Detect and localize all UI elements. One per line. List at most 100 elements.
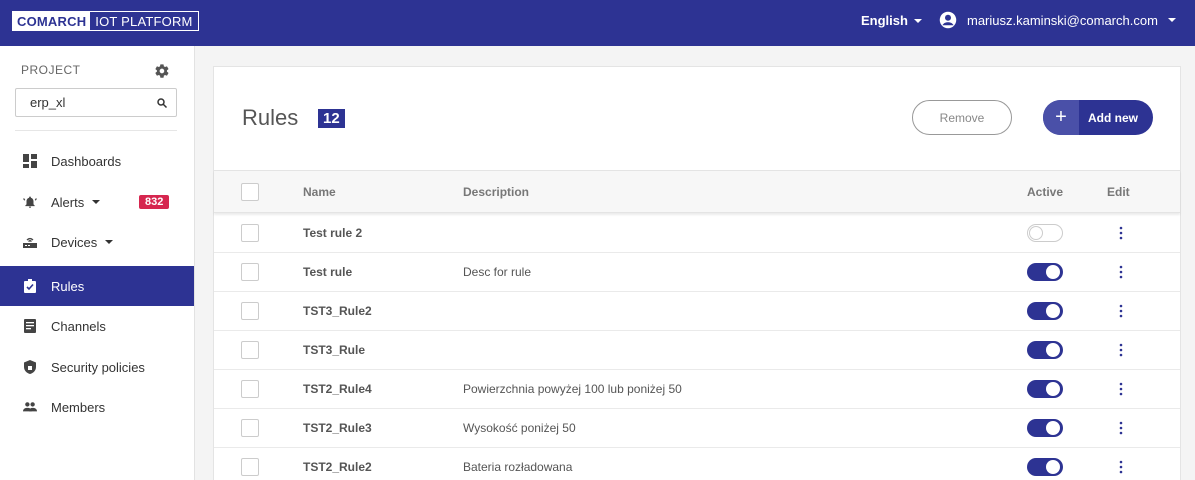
sidebar-item-label: Security policies: [51, 359, 145, 375]
remove-button[interactable]: Remove: [912, 100, 1012, 135]
sidebar-item-security-policies[interactable]: Security policies: [0, 347, 194, 387]
sidebar-item-label: Rules: [51, 278, 85, 294]
toggle-knob: [1046, 382, 1060, 396]
table-row[interactable]: Test rule 2: [214, 214, 1180, 253]
row-checkbox[interactable]: [241, 458, 259, 476]
toggle-knob: [1029, 226, 1043, 240]
search-icon[interactable]: [156, 97, 168, 109]
rule-name: TST3_Rule2: [303, 304, 372, 318]
chevron-down-icon: [913, 18, 922, 23]
active-toggle[interactable]: [1027, 263, 1063, 281]
clipboard-check-icon: [23, 279, 37, 293]
table-header: Name Description Active Edit: [214, 170, 1180, 213]
row-checkbox[interactable]: [241, 380, 259, 398]
more-vert-icon[interactable]: [1114, 342, 1128, 358]
table-row[interactable]: TST3_Rule: [214, 331, 1180, 370]
gear-icon[interactable]: [154, 63, 170, 79]
rule-description: Wysokość poniżej 50: [463, 421, 576, 435]
sidebar-item-alerts[interactable]: Alerts 832: [0, 182, 194, 222]
sidebar-item-label: Channels: [51, 318, 106, 334]
sidebar-divider: [15, 130, 177, 131]
sidebar-item-channels[interactable]: Channels: [0, 306, 194, 346]
page-title: Rules: [242, 105, 299, 130]
rule-description: Desc for rule: [463, 265, 532, 279]
more-vert-icon[interactable]: [1114, 225, 1128, 241]
logo-text-comarch: COMARCH: [13, 12, 91, 30]
row-checkbox[interactable]: [241, 263, 259, 281]
table-row[interactable]: Test rule Desc for rule: [214, 253, 1180, 292]
brand-logo[interactable]: COMARCH IOT PLATFORM: [12, 11, 199, 31]
shield-icon: [23, 360, 37, 374]
rule-name: TST2_Rule4: [303, 382, 372, 396]
active-toggle[interactable]: [1027, 341, 1063, 359]
active-toggle[interactable]: [1027, 458, 1063, 476]
column-header-active: Active: [1027, 185, 1064, 199]
sidebar-item-members[interactable]: Members: [0, 387, 194, 427]
sidebar-item-label: Dashboards: [51, 153, 122, 169]
more-vert-icon[interactable]: [1114, 303, 1128, 319]
router-icon: [23, 235, 37, 249]
active-toggle[interactable]: [1027, 302, 1063, 320]
sidebar-item-devices[interactable]: Devices: [0, 222, 194, 262]
row-checkbox[interactable]: [241, 419, 259, 437]
document-icon: [23, 319, 37, 333]
select-all-checkbox[interactable]: [241, 183, 259, 201]
language-selector[interactable]: English: [861, 13, 922, 28]
alerts-count-badge: 832: [139, 195, 170, 209]
more-vert-icon[interactable]: [1114, 264, 1128, 280]
rules-card: Rules 12 Remove + Add new Name Descripti…: [213, 66, 1181, 480]
user-email: mariusz.kaminski@comarch.com: [967, 12, 1158, 28]
rules-count-badge: 12: [318, 109, 345, 128]
people-icon: [23, 400, 37, 414]
toggle-knob: [1046, 421, 1060, 435]
rule-name: Test rule: [303, 265, 353, 279]
sidebar-item-dashboards[interactable]: Dashboards: [0, 141, 194, 181]
chevron-down-icon: [92, 200, 101, 204]
sidebar: PROJECT Dashboards Alerts 832 Devices Ru…: [0, 46, 195, 480]
column-header-name[interactable]: Name: [303, 185, 336, 199]
rule-name: TST3_Rule: [303, 343, 366, 357]
rule-name: Test rule 2: [303, 226, 363, 240]
active-toggle[interactable]: [1027, 224, 1063, 242]
toggle-knob: [1046, 304, 1060, 318]
sidebar-item-label: Devices: [51, 234, 98, 250]
table-row[interactable]: TST2_Rule4 Powierzchnia powyżej 100 lub …: [214, 370, 1180, 409]
row-checkbox[interactable]: [241, 224, 259, 242]
more-vert-icon[interactable]: [1114, 420, 1128, 436]
row-checkbox[interactable]: [241, 302, 259, 320]
sidebar-item-rules[interactable]: Rules: [0, 266, 194, 306]
top-bar: COMARCH IOT PLATFORM English mariusz.kam…: [0, 0, 1195, 46]
chevron-down-icon: [1167, 18, 1176, 22]
sidebar-item-label: Alerts: [51, 194, 85, 210]
table-row[interactable]: TST2_Rule2 Bateria rozładowana: [214, 448, 1180, 480]
more-vert-icon[interactable]: [1114, 381, 1128, 397]
rule-description: Bateria rozładowana: [463, 460, 573, 474]
add-new-label: Add new: [1088, 110, 1138, 125]
toggle-knob: [1046, 460, 1060, 474]
table-row[interactable]: TST2_Rule3 Wysokość poniżej 50: [214, 409, 1180, 448]
project-label: PROJECT: [21, 63, 81, 77]
column-header-description[interactable]: Description: [463, 185, 529, 199]
add-new-button[interactable]: + Add new: [1043, 100, 1153, 135]
table-row[interactable]: TST3_Rule2: [214, 292, 1180, 331]
language-label: English: [861, 13, 908, 28]
active-toggle[interactable]: [1027, 380, 1063, 398]
toggle-knob: [1046, 343, 1060, 357]
rule-name: TST2_Rule3: [303, 421, 372, 435]
dashboard-icon: [23, 154, 37, 168]
rule-name: TST2_Rule2: [303, 460, 372, 474]
bell-icon: [23, 195, 37, 209]
logo-text-platform: IOT PLATFORM: [95, 13, 193, 29]
active-toggle[interactable]: [1027, 419, 1063, 437]
toggle-knob: [1046, 265, 1060, 279]
plus-icon: +: [1043, 100, 1079, 135]
project-search[interactable]: [15, 88, 177, 117]
row-checkbox[interactable]: [241, 341, 259, 359]
more-vert-icon[interactable]: [1114, 459, 1128, 475]
column-header-edit: Edit: [1107, 185, 1130, 199]
account-circle-icon: [939, 11, 957, 29]
user-menu[interactable]: mariusz.kaminski@comarch.com: [939, 11, 1176, 29]
project-search-input[interactable]: [30, 95, 150, 110]
sidebar-item-label: Members: [51, 399, 106, 415]
rule-description: Powierzchnia powyżej 100 lub poniżej 50: [463, 382, 682, 396]
